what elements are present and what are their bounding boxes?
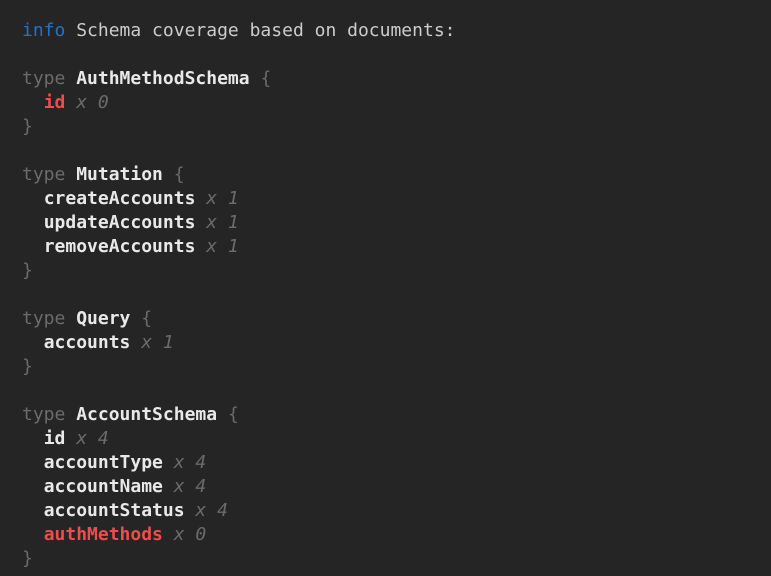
field-usage-count: x 4	[174, 452, 207, 473]
type-open-line: type AccountSchema {	[22, 403, 763, 427]
field-line: accountName x 4	[22, 475, 763, 499]
field-line: id x 0	[22, 91, 763, 115]
field-usage-count: x 1	[206, 236, 239, 257]
field-name: id	[44, 428, 66, 449]
field-name: removeAccounts	[44, 236, 196, 257]
field-name: accountType	[44, 452, 163, 473]
type-close-line: }	[22, 259, 763, 283]
type-open-line: type Mutation {	[22, 163, 763, 187]
log-message: Schema coverage based on documents:	[76, 20, 455, 41]
field-name: accountName	[44, 476, 163, 497]
type-name: AuthMethodSchema	[76, 68, 249, 89]
field-usage-count: x 4	[76, 428, 109, 449]
field-usage-count: x 4	[174, 476, 207, 497]
log-header-line: info Schema coverage based on documents:	[22, 19, 763, 43]
blank-line	[22, 139, 763, 163]
type-keyword: type	[22, 164, 65, 185]
field-line: authMethods x 0	[22, 523, 763, 547]
field-line: updateAccounts x 1	[22, 211, 763, 235]
field-usage-count: x 0	[76, 92, 109, 113]
field-usage-count: x 1	[141, 332, 174, 353]
log-level-info: info	[22, 20, 65, 41]
type-open-line: type Query {	[22, 307, 763, 331]
field-line: accountStatus x 4	[22, 499, 763, 523]
type-keyword: type	[22, 404, 65, 425]
field-name: authMethods	[44, 524, 163, 545]
open-brace: {	[260, 68, 271, 89]
type-close-line: }	[22, 115, 763, 139]
console-output: info Schema coverage based on documents:…	[0, 0, 771, 576]
open-brace: {	[141, 308, 152, 329]
blank-line	[22, 283, 763, 307]
field-usage-count: x 1	[206, 188, 239, 209]
type-open-line: type AuthMethodSchema {	[22, 67, 763, 91]
close-brace: }	[22, 356, 33, 377]
field-line: accounts x 1	[22, 331, 763, 355]
open-brace: {	[174, 164, 185, 185]
close-brace: }	[22, 260, 33, 281]
field-line: removeAccounts x 1	[22, 235, 763, 259]
field-line: createAccounts x 1	[22, 187, 763, 211]
field-line: id x 4	[22, 427, 763, 451]
type-name: Mutation	[76, 164, 163, 185]
type-close-line: }	[22, 355, 763, 379]
type-name: AccountSchema	[76, 404, 217, 425]
type-keyword: type	[22, 308, 65, 329]
field-name: accounts	[44, 332, 131, 353]
field-usage-count: x 0	[174, 524, 207, 545]
open-brace: {	[228, 404, 239, 425]
field-name: id	[44, 92, 66, 113]
field-name: updateAccounts	[44, 212, 196, 233]
close-brace: }	[22, 548, 33, 569]
blank-line	[22, 43, 763, 67]
field-usage-count: x 1	[206, 212, 239, 233]
close-brace: }	[22, 116, 33, 137]
field-usage-count: x 4	[195, 500, 228, 521]
field-line: accountType x 4	[22, 451, 763, 475]
field-name: accountStatus	[44, 500, 185, 521]
type-name: Query	[76, 308, 130, 329]
blank-line	[22, 379, 763, 403]
field-name: createAccounts	[44, 188, 196, 209]
type-close-line: }	[22, 547, 763, 571]
type-keyword: type	[22, 68, 65, 89]
